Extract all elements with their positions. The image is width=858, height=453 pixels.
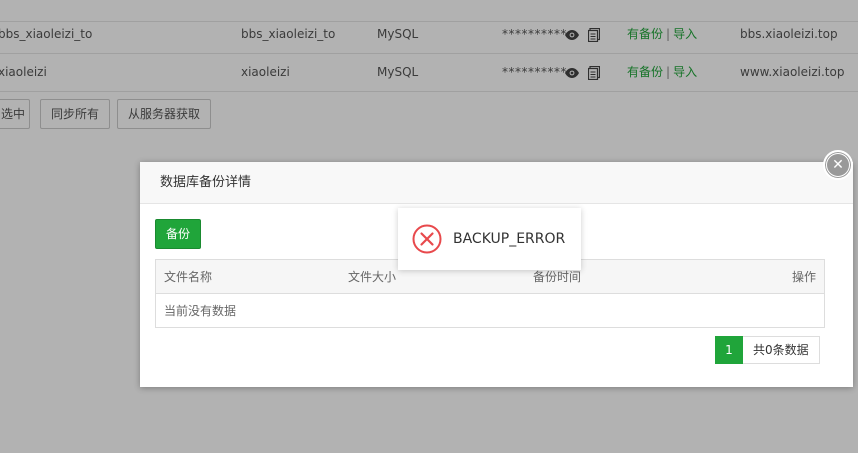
close-dialog-button[interactable]: ✕ xyxy=(823,150,853,180)
page: bbs_xiaoleizi_to bbs_xiaoleizi_to MySQL … xyxy=(0,0,858,453)
column-file-name: 文件名称 xyxy=(164,270,213,284)
close-icon: ✕ xyxy=(827,154,849,176)
total-count: 共0条数据 xyxy=(743,336,820,364)
dialog-title: 数据库备份详情 xyxy=(140,162,853,204)
column-operations: 操作 xyxy=(791,270,816,284)
page-number-current[interactable]: 1 xyxy=(715,336,743,364)
error-toast: BACKUP_ERROR xyxy=(398,208,581,270)
empty-state: 当前没有数据 xyxy=(164,304,237,318)
backup-button[interactable]: 备份 xyxy=(155,219,201,249)
error-icon xyxy=(412,224,442,254)
toast-message: BACKUP_ERROR xyxy=(453,231,566,247)
backup-details-dialog: 数据库备份详情 备份 文件名称 文件大小 备份时间 操作 当前没有数据 1 共0… xyxy=(140,162,853,387)
column-file-size: 文件大小 xyxy=(348,270,397,284)
